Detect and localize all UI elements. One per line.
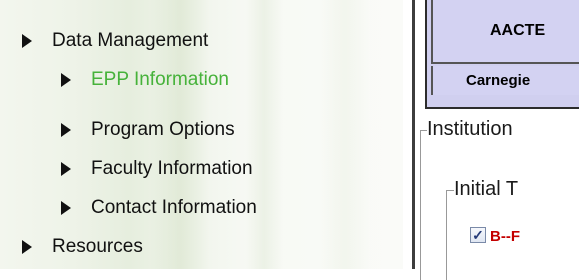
fieldset-border: [446, 190, 454, 191]
background-stripe: [245, 0, 283, 269]
triangle-right-icon: [61, 73, 71, 87]
fieldset-border: [420, 130, 421, 280]
info-table: AACTE Carnegie: [425, 0, 579, 109]
nav-item-label: Program Options: [91, 119, 235, 140]
nav-item-contact-information[interactable]: Contact Information: [61, 197, 257, 219]
triangle-right-icon: [61, 162, 71, 176]
nav-item-faculty-information[interactable]: Faculty Information: [61, 158, 253, 180]
fieldset-legend-initial: Initial T: [454, 178, 519, 200]
nav-item-resources[interactable]: Resources: [22, 236, 143, 258]
background-stripe: [320, 0, 370, 269]
program-checkbox[interactable]: ✓: [470, 227, 486, 243]
checkbox-label: B--F: [490, 228, 520, 245]
fieldset-legend-institution: Institution: [427, 118, 515, 141]
triangle-right-icon: [61, 201, 71, 215]
triangle-right-icon: [22, 34, 32, 48]
fieldset-border: [446, 190, 447, 280]
nav-item-label: Data Management: [52, 30, 209, 51]
nav-item-program-options[interactable]: Program Options: [61, 119, 235, 141]
triangle-right-icon: [61, 123, 71, 137]
nav-item-label: Resources: [52, 236, 143, 257]
checkmark-icon: ✓: [472, 227, 484, 243]
left-navigation: Data Management EPP Information Program …: [0, 0, 403, 269]
vertical-divider: [412, 0, 415, 269]
table-cell: Carnegie: [431, 66, 579, 95]
table-header-cell: AACTE: [431, 0, 579, 64]
nav-item-label: Contact Information: [91, 197, 257, 218]
nav-item-label: Faculty Information: [91, 158, 253, 179]
nav-item-epp-information[interactable]: EPP Information: [61, 69, 229, 91]
nav-item-data-management[interactable]: Data Management: [22, 30, 208, 52]
nav-item-label: EPP Information: [91, 69, 230, 90]
triangle-right-icon: [22, 240, 32, 254]
